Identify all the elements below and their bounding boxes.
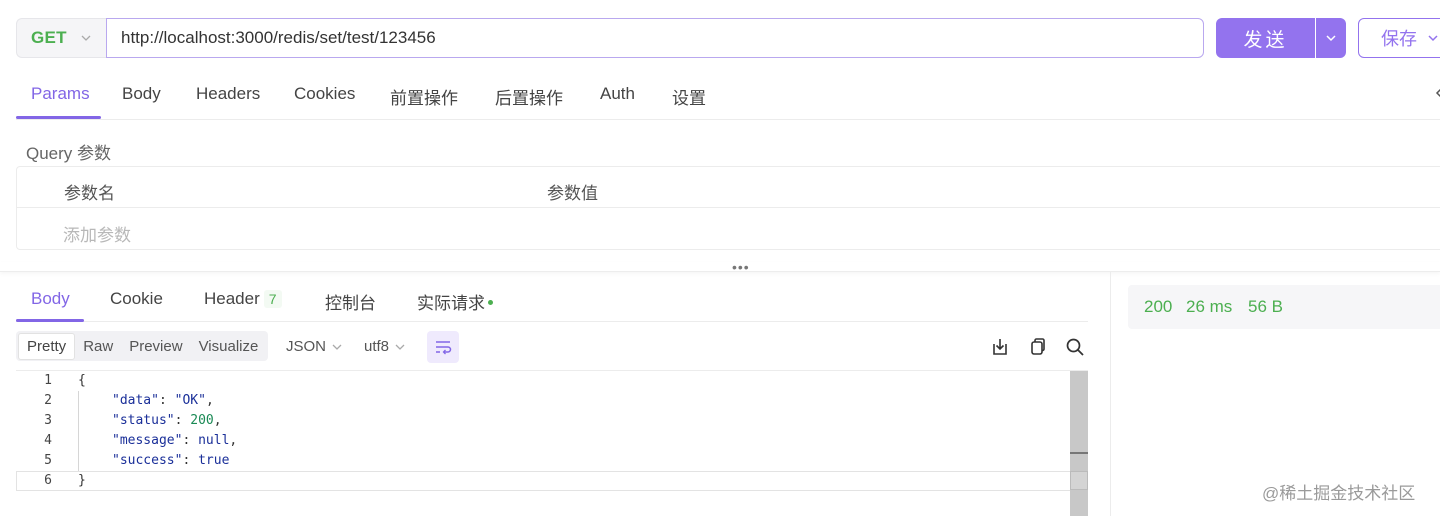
search-icon[interactable] bbox=[1065, 337, 1085, 357]
line-number: 5 bbox=[44, 453, 52, 468]
tab-response-body[interactable]: Body bbox=[31, 289, 70, 309]
request-tabs: Params Body Headers Cookies 前置操作 后置操作 Au… bbox=[16, 70, 1440, 120]
active-response-tab-indicator bbox=[16, 319, 84, 322]
json-key: "message" bbox=[112, 433, 183, 448]
side-divider bbox=[1110, 272, 1111, 516]
tab-auth[interactable]: Auth bbox=[600, 84, 635, 104]
view-pretty-button[interactable]: Pretty bbox=[18, 332, 76, 360]
tab-post-operations[interactable]: 后置操作 bbox=[495, 84, 563, 109]
vertical-scrollbar[interactable] bbox=[1070, 371, 1088, 516]
tab-actual-request-label: 实际请求 bbox=[417, 294, 485, 313]
send-button-label: 发送 bbox=[1243, 29, 1288, 51]
method-label: GET bbox=[31, 28, 67, 47]
json-value: 200 bbox=[190, 413, 214, 428]
header-count-badge: 7 bbox=[263, 290, 282, 308]
line-number: 2 bbox=[44, 393, 52, 408]
query-params-table: 参数名 参数值 添加参数 bbox=[16, 166, 1440, 250]
save-button-label: 保存 bbox=[1381, 29, 1417, 49]
save-button[interactable]: 保存 bbox=[1358, 18, 1440, 58]
word-wrap-button[interactable] bbox=[427, 331, 459, 363]
code-line: 3 "status": 200, bbox=[16, 411, 1070, 431]
line-number: 1 bbox=[44, 373, 52, 388]
code-text: "message": null, bbox=[112, 433, 238, 448]
json-comma: , bbox=[229, 433, 238, 448]
code-text: } bbox=[78, 473, 86, 488]
json-comma: , bbox=[213, 413, 222, 428]
json-key: "data" bbox=[112, 393, 159, 408]
code-text: "success": true bbox=[112, 453, 230, 468]
tab-response-console[interactable]: 控制台 bbox=[325, 289, 376, 314]
json-value: null bbox=[198, 433, 230, 448]
encoding-select[interactable]: utf8 bbox=[364, 338, 406, 355]
wrap-lines-icon bbox=[436, 341, 452, 355]
drag-handle-icon[interactable]: ••• bbox=[732, 260, 750, 274]
line-number: 4 bbox=[44, 433, 52, 448]
json-comma: , bbox=[205, 393, 214, 408]
request-bar: GET 发送 保存 bbox=[0, 0, 1440, 70]
tab-headers[interactable]: Headers bbox=[196, 84, 260, 104]
tab-cookies[interactable]: Cookies bbox=[294, 84, 355, 104]
table-header-row: 参数名 参数值 bbox=[17, 167, 1440, 208]
line-number: 6 bbox=[44, 473, 52, 488]
send-button[interactable]: 发送 bbox=[1216, 18, 1315, 58]
tab-params[interactable]: Params bbox=[31, 84, 90, 104]
chevron-down-icon bbox=[332, 344, 342, 350]
scrollbar-thumb[interactable] bbox=[1070, 471, 1088, 490]
method-select[interactable]: GET bbox=[16, 18, 106, 58]
watermark-text: @稀土掘金技术社区 bbox=[1262, 484, 1416, 503]
tab-response-cookie[interactable]: Cookie bbox=[110, 289, 163, 309]
view-mode-group: Pretty Raw Preview Visualize bbox=[16, 331, 269, 361]
json-value: true bbox=[198, 453, 230, 468]
code-text: { bbox=[78, 373, 86, 388]
tab-settings[interactable]: 设置 bbox=[672, 84, 706, 109]
code-text: "data": "OK", bbox=[112, 393, 214, 408]
chevron-down-icon bbox=[395, 344, 405, 350]
response-status-summary: 200 26 ms 56 B bbox=[1128, 285, 1440, 329]
chevron-left-icon[interactable] bbox=[1434, 86, 1440, 100]
code-line: 6 } bbox=[16, 471, 1070, 491]
chevron-down-icon bbox=[81, 35, 91, 41]
tab-body[interactable]: Body bbox=[122, 84, 161, 104]
tab-pre-operations[interactable]: 前置操作 bbox=[390, 84, 458, 109]
response-size: 56 B bbox=[1248, 297, 1283, 316]
code-line: 1 { bbox=[16, 371, 1070, 391]
scrollbar-marker bbox=[1070, 452, 1088, 454]
encoding-select-value: utf8 bbox=[364, 338, 390, 355]
add-param-row[interactable]: 添加参数 bbox=[17, 209, 1440, 250]
add-param-placeholder[interactable]: 添加参数 bbox=[63, 221, 131, 246]
status-code: 200 bbox=[1144, 297, 1173, 316]
line-number: 3 bbox=[44, 413, 52, 428]
chevron-down-icon bbox=[1326, 35, 1336, 42]
chevron-down-icon bbox=[1428, 35, 1438, 42]
json-key: "success" bbox=[112, 453, 183, 468]
active-tab-indicator bbox=[16, 116, 101, 119]
response-time: 26 ms bbox=[1186, 297, 1233, 316]
json-key: "status" bbox=[112, 413, 175, 428]
view-preview-button[interactable]: Preview bbox=[121, 334, 190, 359]
status-dot-icon bbox=[488, 300, 493, 306]
code-text: "status": 200, bbox=[112, 413, 222, 428]
panel-splitter[interactable]: ••• bbox=[0, 260, 1440, 274]
send-dropdown-button[interactable] bbox=[1316, 18, 1346, 58]
column-header-value: 参数值 bbox=[547, 184, 598, 203]
response-tabs: Body Cookie Header 7 控制台 实际请求 bbox=[16, 272, 1088, 322]
url-input[interactable] bbox=[106, 18, 1204, 58]
view-visualize-button[interactable]: Visualize bbox=[191, 334, 267, 359]
code-line: 4 "message": null, bbox=[16, 431, 1070, 451]
view-raw-button[interactable]: Raw bbox=[75, 334, 121, 359]
code-line: 2 "data": "OK", bbox=[16, 391, 1070, 411]
download-icon[interactable] bbox=[990, 337, 1010, 357]
query-params-title: Query 参数 bbox=[26, 144, 112, 163]
tab-response-header[interactable]: Header 7 bbox=[204, 289, 282, 309]
code-line: 5 "success": true bbox=[16, 451, 1070, 471]
column-header-name: 参数名 bbox=[64, 184, 115, 203]
json-value: "OK" bbox=[174, 393, 206, 408]
tab-actual-request[interactable]: 实际请求 bbox=[417, 289, 493, 314]
format-select[interactable]: JSON bbox=[286, 338, 343, 355]
tab-response-header-label: Header bbox=[204, 289, 260, 308]
format-select-value: JSON bbox=[286, 338, 327, 355]
copy-icon[interactable] bbox=[1027, 337, 1047, 357]
